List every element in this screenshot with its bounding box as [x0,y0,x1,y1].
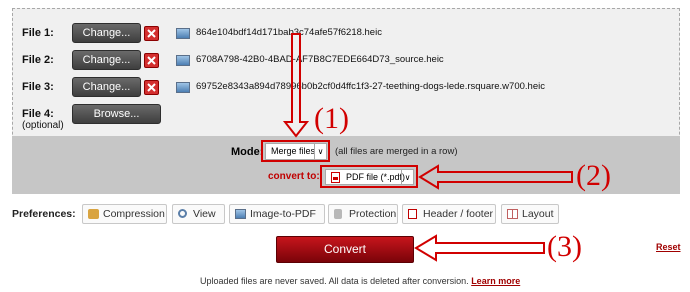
file-3-label: File 3: [22,81,54,93]
compression-label: Compression [103,208,165,220]
file-4-label: File 4: (optional) [22,108,64,131]
header-footer-label: Header / footer [423,208,494,220]
image-to-pdf-button[interactable]: Image-to-PDF [229,204,325,224]
file-3-name: 69752e8343a894d78996b0b2cf0d4ffc1f3-27-t… [196,81,545,92]
header-footer-icon [408,209,417,219]
compression-button[interactable]: Compression [82,204,167,224]
x-delete-icon[interactable] [144,80,159,95]
image-file-icon [176,28,190,39]
file-4-optional: (optional) [22,120,64,131]
footer-text: Uploaded files are never saved. All data… [200,276,469,286]
view-label: View [193,208,216,220]
layout-label: Layout [522,208,554,220]
file-2-label: File 2: [22,54,54,66]
annotation-label-3: (3) [547,230,582,263]
file-4-label-text: File 4: [22,108,54,120]
footer-note: Uploaded files are never saved. All data… [200,276,520,286]
image-file-icon [176,82,190,93]
image-file-icon [176,55,190,66]
protection-button[interactable]: Protection [328,204,398,224]
mode-label: Mode: [231,146,264,158]
image-icon [235,209,246,219]
view-button[interactable]: View [172,204,225,224]
layout-grid-icon [507,209,518,219]
annotation-label-2: (2) [576,159,611,192]
annotation-box-1 [261,140,330,162]
reset-link[interactable]: Reset [656,242,681,252]
learn-more-link[interactable]: Learn more [471,276,520,286]
annotation-label-1: (1) [314,102,349,135]
file-1-change-button[interactable]: Change... [72,23,141,43]
file-1-label: File 1: [22,27,54,39]
file-2-change-button[interactable]: Change... [72,50,141,70]
file-1-name: 864e104bdf14d171bab3c74afe57f6218.heic [196,27,382,38]
magnifier-icon [178,209,187,218]
convert-to-label: convert to: [268,171,320,182]
x-delete-icon[interactable] [144,53,159,68]
header-footer-button[interactable]: Header / footer [402,204,496,224]
file-3-change-button[interactable]: Change... [72,77,141,97]
protection-label: Protection [349,208,397,220]
preferences-label: Preferences: [12,208,76,220]
mode-note: (all files are merged in a row) [335,146,458,157]
convert-button[interactable]: Convert [276,236,414,263]
compression-icon [88,209,99,219]
file-2-name: 6708A798-42B0-4BAD-AF7B8C7EDE664D73_sour… [196,54,444,65]
annotation-arrow-3 [414,234,545,262]
x-delete-icon[interactable] [144,26,159,41]
layout-button[interactable]: Layout [501,204,559,224]
lock-icon [334,209,342,219]
annotation-box-2 [320,165,418,188]
image-to-pdf-label: Image-to-PDF [250,208,316,220]
file-4-browse-button[interactable]: Browse... [72,104,161,124]
